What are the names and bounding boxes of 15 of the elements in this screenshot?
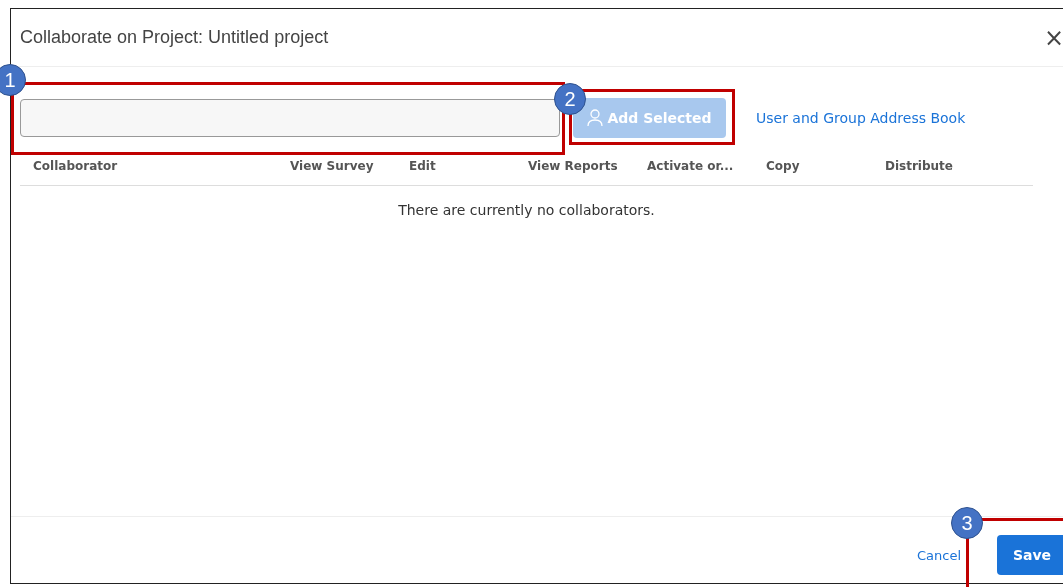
column-header: View Reports (527, 159, 619, 173)
address-book-link[interactable]: User and Group Address Book (756, 110, 966, 126)
search-field[interactable] (20, 99, 560, 137)
column-header: View Survey (289, 159, 375, 173)
save-button[interactable]: Save (997, 535, 1063, 575)
empty-message: There are currently no collaborators. (397, 202, 656, 218)
column-header: Edit (408, 159, 437, 173)
cancel-link[interactable]: Cancel (916, 547, 961, 563)
person-icon (587, 109, 604, 127)
column-header: Activate or... (646, 159, 735, 173)
dialog-title: Collaborate on Project: Untitled project (20, 27, 330, 48)
close-button[interactable]: × (1043, 25, 1063, 50)
column-header: Distribute (884, 159, 954, 173)
column-header: Collaborator (32, 159, 119, 173)
column-header: Copy (765, 159, 801, 173)
